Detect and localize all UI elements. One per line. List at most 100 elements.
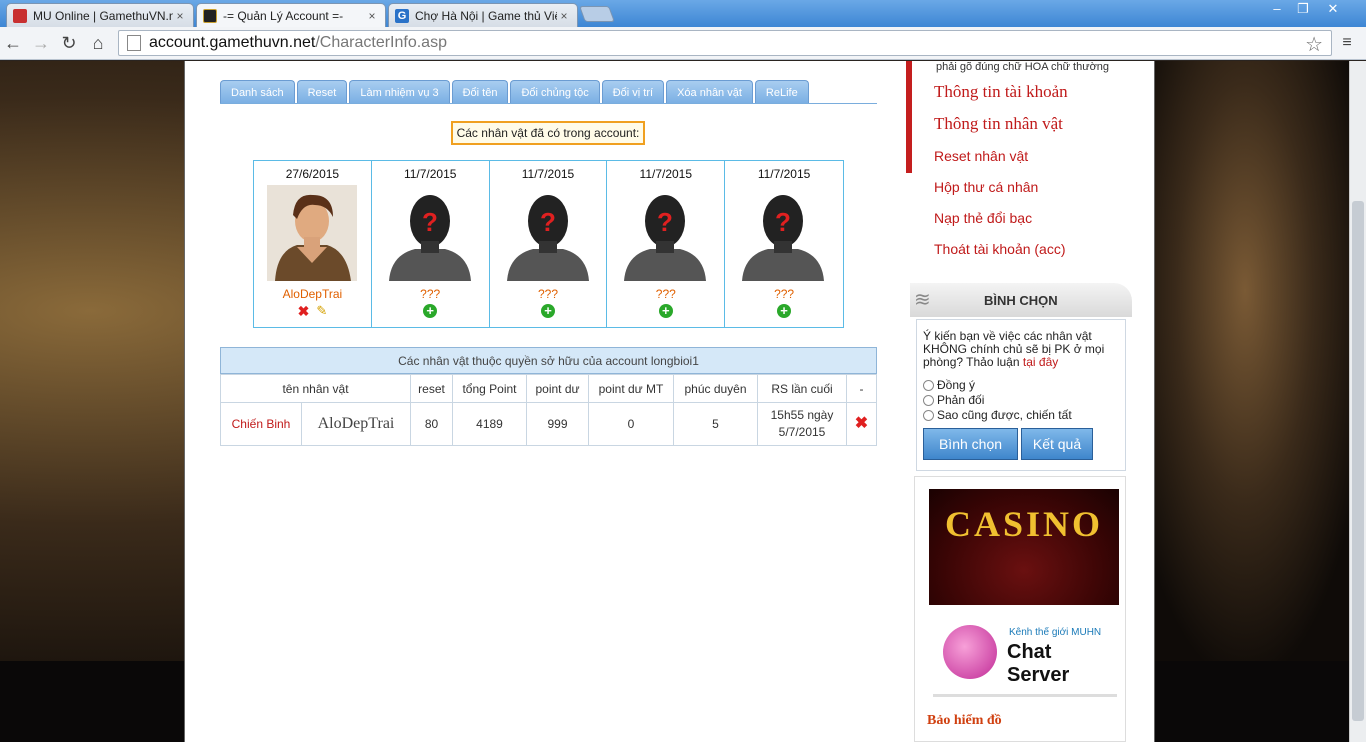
g-favicon-icon: G	[395, 8, 409, 23]
tab-doi-vi-tri[interactable]: Đổi vị trí	[601, 80, 665, 104]
address-bar[interactable]: account.gamethuvn.net/CharacterInfo.asp …	[118, 30, 1332, 56]
add-character-icon[interactable]: +	[423, 304, 438, 318]
right-sidebar: phải gõ đúng chữ HOA chữ thường Thông ti…	[906, 61, 1134, 742]
menu-accent-bar	[906, 61, 912, 173]
close-window-button[interactable]: ✕	[1320, 1, 1346, 17]
option-label: Phản đối	[937, 393, 985, 407]
poll-option[interactable]: Đồng ý	[923, 378, 975, 392]
table-header-row: tên nhân vật reset tổng Point point dư p…	[220, 374, 877, 403]
menu-character-info[interactable]: Thông tin nhân vật	[934, 114, 1063, 134]
poll-option[interactable]: Phản đối	[923, 393, 984, 407]
dragon-icon: ≋	[914, 289, 931, 311]
empty-silhouette-icon: ?	[738, 185, 829, 281]
browser-tab-mu-online[interactable]: MU Online | GamethuVN.net ×	[6, 3, 194, 27]
edit-pencil-icon[interactable]: ✎	[316, 304, 327, 318]
poll-discuss-link[interactable]: tại đây	[1023, 355, 1058, 369]
ads-panel: CASINO Kênh thế giới MUHN Chat Server Bả…	[914, 476, 1126, 742]
tab-title: Chợ Hà Nội | Game thủ Việt N	[415, 8, 557, 23]
radio-button[interactable]	[923, 409, 934, 421]
tab-danh-sach[interactable]: Danh sách	[220, 80, 295, 104]
page-icon	[127, 35, 141, 51]
menu-logout[interactable]: Thoát tài khoản (acc)	[934, 241, 1066, 257]
browser-tab-cho-ha-noi[interactable]: G Chợ Hà Nội | Game thủ Việt N ×	[388, 3, 578, 27]
poll-box: ≋ BÌNH CHỌN Ý kiến bạn về việc các nhân …	[910, 283, 1132, 471]
account-favicon-icon	[203, 9, 217, 23]
close-icon[interactable]: ×	[557, 9, 571, 23]
chat-server-banner[interactable]: Kênh thế giới MUHN Chat Server	[933, 611, 1117, 697]
tab-doi-chung-toc[interactable]: Đổi chủng tộc	[510, 80, 600, 104]
menu-topup[interactable]: Nạp thẻ đổi bạc	[934, 210, 1032, 226]
point-du-mt-cell: 0	[588, 402, 674, 446]
delete-icon[interactable]: ✖	[298, 304, 310, 318]
reload-icon[interactable]: ↻	[58, 32, 80, 54]
poll-title: BÌNH CHỌN	[984, 293, 1058, 308]
tab-relife[interactable]: ReLife	[754, 80, 809, 104]
character-name[interactable]: AloDepTrai	[254, 287, 371, 301]
character-grid: 27/6/2015 AloDepTrai ✖ ✎ 11/7/2015 ? ???…	[253, 160, 844, 328]
tab-xoa-nhan-vat[interactable]: Xóa nhân vật	[666, 80, 753, 104]
menu-reset-character[interactable]: Reset nhân vật	[934, 148, 1028, 164]
slot-date: 27/6/2015	[285, 167, 340, 181]
radio-button[interactable]	[923, 379, 934, 391]
character-class[interactable]: Chiến Binh	[220, 402, 302, 446]
warrior-portrait-icon[interactable]	[267, 185, 357, 281]
results-button[interactable]: Kết quả	[1021, 428, 1093, 460]
col-rs-last: RS lần cuối	[757, 374, 847, 403]
option-label: Đồng ý	[937, 378, 976, 392]
forward-arrow-icon[interactable]: →	[30, 32, 52, 54]
casino-title: CASINO	[944, 504, 1104, 544]
tab-reset[interactable]: Reset	[296, 80, 348, 104]
page-scrollbar[interactable]	[1349, 61, 1366, 742]
svg-text:?: ?	[657, 207, 673, 237]
case-hint: phải gõ đúng chữ HOA chữ thường	[936, 61, 1110, 73]
delete-icon[interactable]: ✖	[855, 415, 868, 432]
insurance-banner[interactable]: Bảo hiểm đồ	[927, 713, 1002, 729]
close-icon[interactable]: ×	[365, 9, 379, 23]
bookmark-star-icon[interactable]: ☆	[1305, 32, 1323, 57]
col-point-du-mt: point dư MT	[588, 374, 674, 403]
vote-button[interactable]: Bình chọn	[923, 428, 1018, 460]
url-host: account.gamethuvn.net	[149, 34, 316, 51]
add-character-icon[interactable]: +	[777, 304, 792, 318]
empty-silhouette-icon: ?	[502, 185, 593, 281]
browser-tab-bar: MU Online | GamethuVN.net × -= Quản Lý A…	[0, 0, 1366, 28]
scrollbar-thumb[interactable]	[1352, 201, 1364, 721]
new-tab-button[interactable]	[579, 6, 615, 22]
minimize-button[interactable]: ‒	[1264, 1, 1290, 17]
add-character-icon[interactable]: +	[540, 304, 555, 318]
character-slot: 11/7/2015 ? ??? +	[607, 161, 726, 327]
tab-title: -= Quản Lý Account =-	[223, 9, 344, 23]
home-icon[interactable]: ⌂	[87, 32, 109, 54]
add-character-icon[interactable]: +	[658, 304, 673, 318]
col-total-point: tổng Point	[452, 374, 527, 403]
chat-ad-subtitle: Kênh thế giới MUHN	[1009, 627, 1102, 638]
tab-lam-nhiem-vu[interactable]: Làm nhiệm vụ 3	[349, 80, 450, 104]
svg-text:?: ?	[422, 207, 438, 237]
svg-text:?: ?	[540, 207, 556, 237]
action-tabs: Danh sách Reset Làm nhiệm vụ 3 Đổi tên Đ…	[220, 80, 809, 104]
option-label: Sao cũng được, chiến tất	[937, 408, 1072, 422]
menu-account-info[interactable]: Thông tin tài khoản	[934, 82, 1068, 102]
slot-date: 11/7/2015	[639, 167, 693, 181]
character-slot: 11/7/2015 ? ??? +	[490, 161, 608, 327]
tab-doi-ten[interactable]: Đổi tên	[451, 80, 509, 104]
character-slot: 11/7/2015 ? ??? +	[725, 161, 843, 327]
account-characters-label: Các nhân vật đã có trong account:	[451, 121, 645, 145]
poll-question: Ý kiến bạn về việc các nhân vật KHÔNG ch…	[923, 330, 1119, 369]
menu-inbox[interactable]: Hộp thư cá nhân	[934, 179, 1038, 195]
poll-body: Ý kiến bạn về việc các nhân vật KHÔNG ch…	[916, 319, 1126, 471]
poll-option[interactable]: Sao cũng được, chiến tất	[923, 408, 1072, 422]
slot-date: 11/7/2015	[757, 167, 811, 181]
character-slot: 27/6/2015 AloDepTrai ✖ ✎	[254, 161, 372, 327]
back-arrow-icon[interactable]: ←	[2, 32, 24, 54]
poll-header: ≋ BÌNH CHỌN	[910, 283, 1132, 317]
col-phuc-duyen: phúc duyên	[673, 374, 758, 403]
maximize-button[interactable]: ❐	[1290, 1, 1316, 17]
close-icon[interactable]: ×	[173, 9, 187, 23]
character-slot: 11/7/2015 ? ??? +	[372, 161, 490, 327]
character-name-cell: AloDepTrai	[301, 402, 411, 446]
menu-icon[interactable]: ≡	[1336, 32, 1358, 54]
browser-tab-account[interactable]: -= Quản Lý Account =- ×	[196, 3, 386, 28]
casino-banner[interactable]: CASINO	[929, 489, 1119, 605]
radio-button[interactable]	[923, 394, 934, 406]
